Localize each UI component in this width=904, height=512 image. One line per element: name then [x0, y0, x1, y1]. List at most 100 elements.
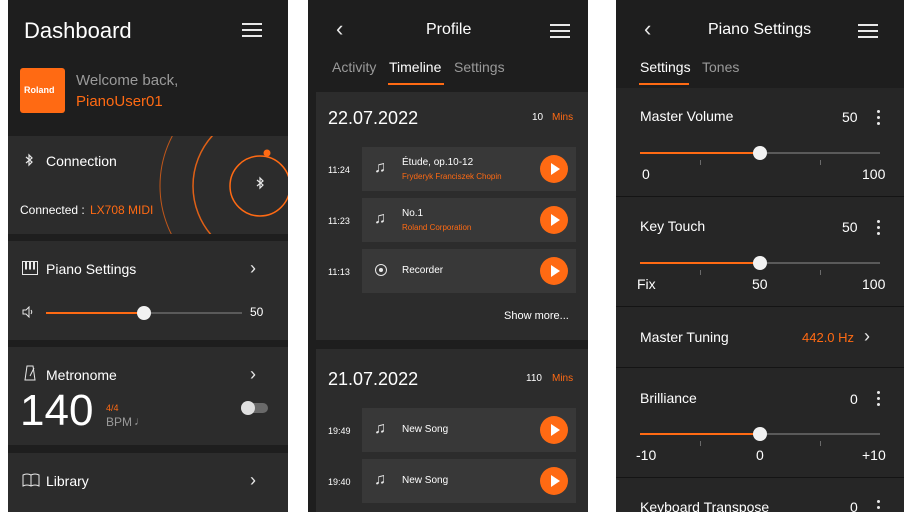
slider-tick: [820, 160, 821, 165]
entry-time: 11:24: [328, 165, 350, 175]
music-note-icon: ♫: [374, 420, 386, 437]
play-button[interactable]: [540, 467, 568, 495]
back-icon[interactable]: ‹: [644, 18, 651, 40]
piano-settings-label: Piano Settings: [46, 261, 137, 277]
music-note-icon: ♫: [374, 471, 386, 488]
entry-subtitle: Roland Corporation: [402, 223, 472, 232]
piano-keys-icon: [22, 261, 38, 275]
volume-slider-thumb[interactable]: [137, 306, 151, 320]
metronome-toggle[interactable]: [241, 401, 268, 415]
music-note-icon: ♫: [374, 210, 386, 227]
active-tab-indicator: [639, 83, 689, 85]
profile-screen: ‹ Profile Activity Timeline Settings 22.…: [308, 0, 588, 512]
more-options-icon[interactable]: [877, 220, 881, 236]
active-tab-indicator: [388, 83, 444, 85]
settings-list: Master Volume 50 0 100 Key Touch 50 Fix …: [616, 88, 904, 512]
brilliance-slider-fill: [640, 433, 760, 435]
connection-card[interactable]: Connection Connected : LX708 MIDI: [8, 136, 288, 234]
metronome-icon: [24, 365, 36, 381]
volume-slider[interactable]: [46, 306, 242, 320]
dashboard-screen: Dashboard Roland Welcome back, PianoUser…: [8, 0, 288, 512]
timeline-entry[interactable]: ♫ Étude, op.10-12 Fryderyk Franciszek Ch…: [362, 147, 576, 191]
entry-title: Recorder: [402, 265, 444, 276]
tab-settings[interactable]: Settings: [454, 59, 505, 75]
avatar[interactable]: Roland: [20, 68, 65, 113]
slider-tick: [700, 270, 701, 275]
entry-title: New Song: [402, 424, 449, 435]
menu-icon[interactable]: [242, 23, 262, 37]
timeline-entry[interactable]: ♫ New Song: [362, 459, 576, 503]
brilliance-value: 0: [850, 391, 858, 407]
page-title: Dashboard: [24, 18, 132, 43]
tab-tones[interactable]: Tones: [702, 59, 739, 75]
divider: [616, 367, 904, 368]
tab-timeline[interactable]: Timeline: [389, 59, 441, 75]
toggle-knob: [241, 401, 255, 415]
divider: [616, 196, 904, 197]
speaker-icon: [22, 306, 33, 318]
brilliance-slider[interactable]: [640, 427, 880, 446]
play-button[interactable]: [540, 206, 568, 234]
chevron-right-icon[interactable]: ›: [864, 327, 870, 345]
entry-time: 19:40: [328, 477, 351, 487]
timeline-entry[interactable]: Recorder: [362, 249, 576, 293]
keyboard-transpose-value: 0: [850, 499, 858, 512]
master-volume-slider-thumb[interactable]: [753, 146, 767, 160]
chevron-right-icon[interactable]: ›: [250, 259, 256, 277]
brilliance-slider-thumb[interactable]: [753, 427, 767, 441]
chevron-right-icon[interactable]: ›: [250, 471, 256, 489]
library-card[interactable]: Library ›: [8, 453, 288, 512]
radar-dot: [263, 149, 271, 157]
brilliance-label: Brilliance: [640, 390, 697, 406]
play-button[interactable]: [540, 257, 568, 285]
more-options-icon[interactable]: [877, 500, 881, 512]
page-title: Profile: [426, 21, 472, 38]
metronome-label: Metronome: [46, 367, 117, 383]
show-more-link[interactable]: Show more...: [504, 310, 569, 322]
slider-tick: [820, 441, 821, 446]
key-touch-slider[interactable]: [640, 256, 880, 275]
record-icon: [375, 264, 387, 276]
timeline-minutes-unit: Mins: [552, 112, 574, 123]
play-button[interactable]: [540, 155, 568, 183]
more-options-icon[interactable]: [877, 110, 881, 126]
slider-tick: [700, 441, 701, 446]
tab-activity[interactable]: Activity: [332, 59, 376, 75]
username[interactable]: PianoUser01: [76, 93, 163, 110]
entry-time: 11:13: [328, 267, 350, 277]
entry-time: 11:23: [328, 216, 350, 226]
book-icon: [22, 473, 40, 487]
slider-max-label: 100: [862, 276, 886, 292]
back-icon[interactable]: ‹: [336, 18, 343, 40]
timeline-day-card: 21.07.2022 110 Mins 19:49 ♫ New Song 19:…: [316, 349, 588, 512]
divider: [616, 477, 904, 478]
timeline-minutes: 110: [526, 373, 542, 384]
slider-tick: [700, 160, 701, 165]
chevron-right-icon[interactable]: ›: [250, 365, 256, 383]
bluetooth-icon: [256, 176, 264, 190]
slider-mid-label: 50: [752, 276, 768, 292]
master-volume-label: Master Volume: [640, 108, 734, 124]
menu-icon[interactable]: [858, 24, 878, 38]
slider-max-label: +10: [862, 447, 886, 463]
menu-icon[interactable]: [550, 24, 570, 38]
master-volume-slider-fill: [640, 152, 760, 154]
timeline-minutes-unit: Mins: [552, 373, 574, 384]
slider-mid-label: 0: [756, 447, 764, 463]
master-volume-slider[interactable]: [640, 146, 880, 165]
key-touch-slider-thumb[interactable]: [753, 256, 767, 270]
beat-value: 4/4: [106, 403, 119, 413]
library-label: Library: [46, 473, 89, 489]
tab-settings[interactable]: Settings: [640, 59, 691, 75]
timeline-entry[interactable]: ♫ No.1 Roland Corporation: [362, 198, 576, 242]
more-options-icon[interactable]: [877, 391, 881, 407]
roland-logo: Roland: [24, 85, 55, 95]
connection-label: Connection: [46, 153, 117, 169]
metronome-card[interactable]: Metronome › 140 4/4 BPM ♩: [8, 347, 288, 445]
timeline-entry[interactable]: ♫ New Song: [362, 408, 576, 452]
piano-settings-card[interactable]: Piano Settings › 50: [8, 241, 288, 340]
play-button[interactable]: [540, 416, 568, 444]
bpm-unit: BPM: [106, 415, 133, 429]
master-tuning-row[interactable]: Master Tuning 442.0 Hz ›: [616, 307, 904, 367]
timeline-date: 22.07.2022: [328, 108, 419, 128]
